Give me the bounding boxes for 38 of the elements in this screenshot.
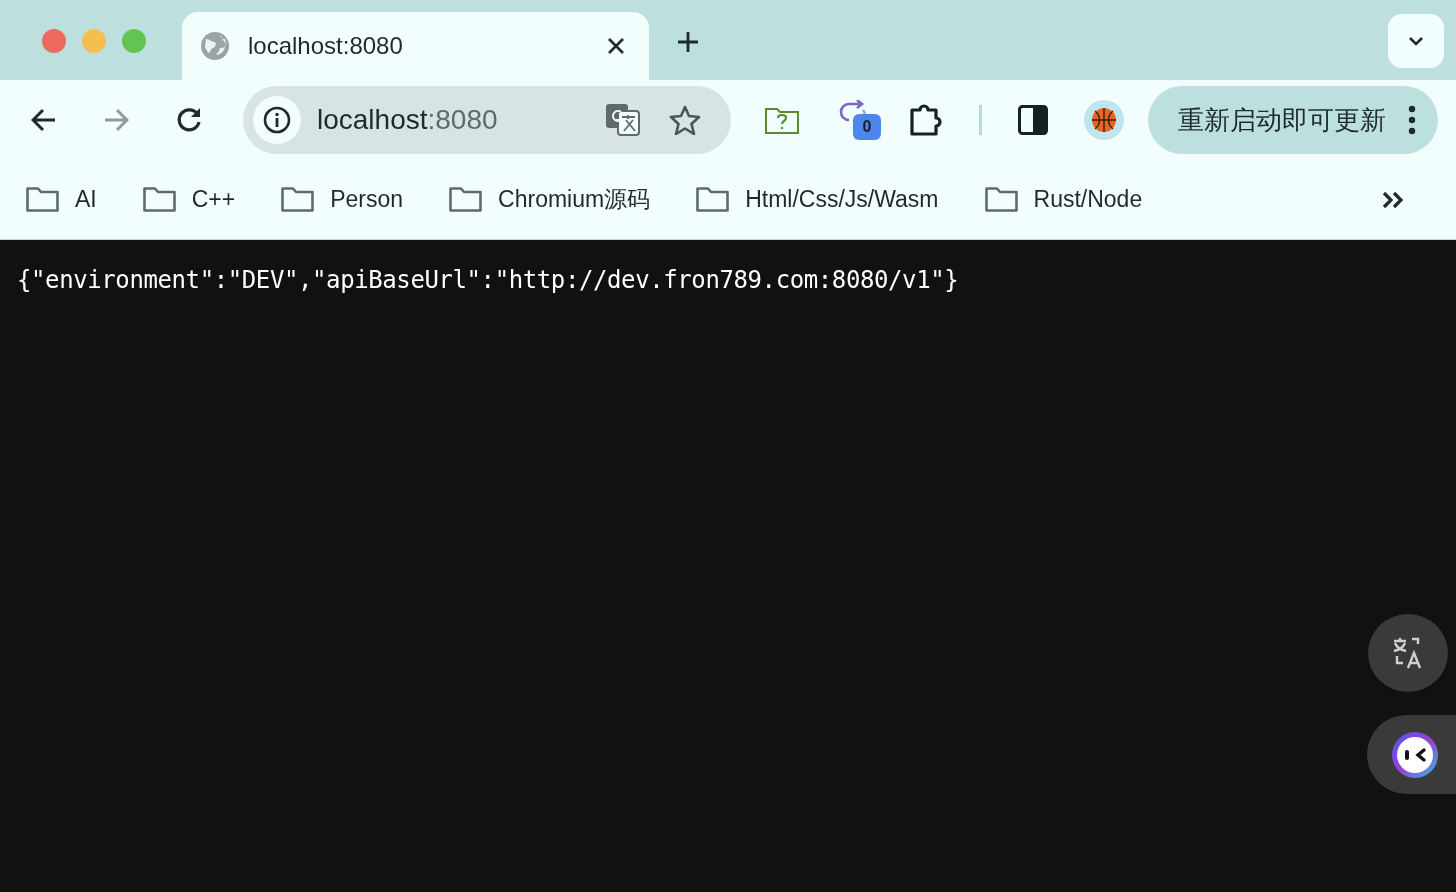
json-text: {"environment":"DEV","apiBaseUrl":"http://dev.fron789.com:8080/v1"}	[17, 266, 959, 294]
folder-icon	[142, 187, 176, 212]
bookmark-folder[interactable]: Html/Css/Js/Wasm	[696, 186, 939, 213]
info-icon	[263, 106, 291, 134]
basketball-icon	[1091, 107, 1117, 133]
url-text: localhost:8080	[317, 104, 499, 136]
folder-icon	[281, 187, 315, 212]
reload-icon[interactable]	[175, 106, 203, 134]
smiley-face-icon	[1391, 730, 1439, 779]
extension-badge: 0	[853, 114, 881, 140]
chevron-down-icon	[1408, 36, 1424, 46]
bookmark-folder[interactable]: AI	[26, 186, 97, 213]
folder-question-icon[interactable]	[765, 106, 799, 134]
new-tab-icon[interactable]	[677, 31, 699, 53]
update-button[interactable]: 重新启动即可更新	[1148, 86, 1438, 154]
bookmark-folder[interactable]: Rust/Node	[984, 186, 1143, 213]
address-bar[interactable]: localhost:8080	[243, 86, 731, 154]
tab-title: localhost:8080	[248, 32, 404, 60]
folder-icon	[696, 187, 730, 212]
bookmark-folder[interactable]: C++	[142, 186, 236, 213]
folder-icon	[26, 187, 59, 212]
browser-tab[interactable]: localhost:8080	[182, 12, 649, 80]
globe-icon	[200, 31, 230, 61]
folder-icon	[984, 187, 1018, 212]
chevron-double-right-icon[interactable]	[1382, 190, 1404, 209]
puzzle-icon[interactable]	[909, 103, 943, 137]
translate-icon[interactable]	[605, 103, 641, 137]
close-icon[interactable]	[607, 37, 625, 55]
back-arrow-icon[interactable]	[31, 108, 57, 132]
site-info-button[interactable]	[253, 96, 301, 144]
more-vertical-icon	[1408, 105, 1416, 135]
assistant-float-button[interactable]	[1367, 715, 1456, 794]
side-panel-icon[interactable]	[1018, 105, 1048, 135]
profile-avatar[interactable]	[1084, 100, 1124, 140]
bookmark-folder[interactable]: Person	[281, 186, 404, 213]
bookmark-folder[interactable]: Chromium源码	[449, 184, 651, 215]
folder-icon	[449, 187, 483, 212]
star-icon[interactable]	[669, 105, 701, 135]
